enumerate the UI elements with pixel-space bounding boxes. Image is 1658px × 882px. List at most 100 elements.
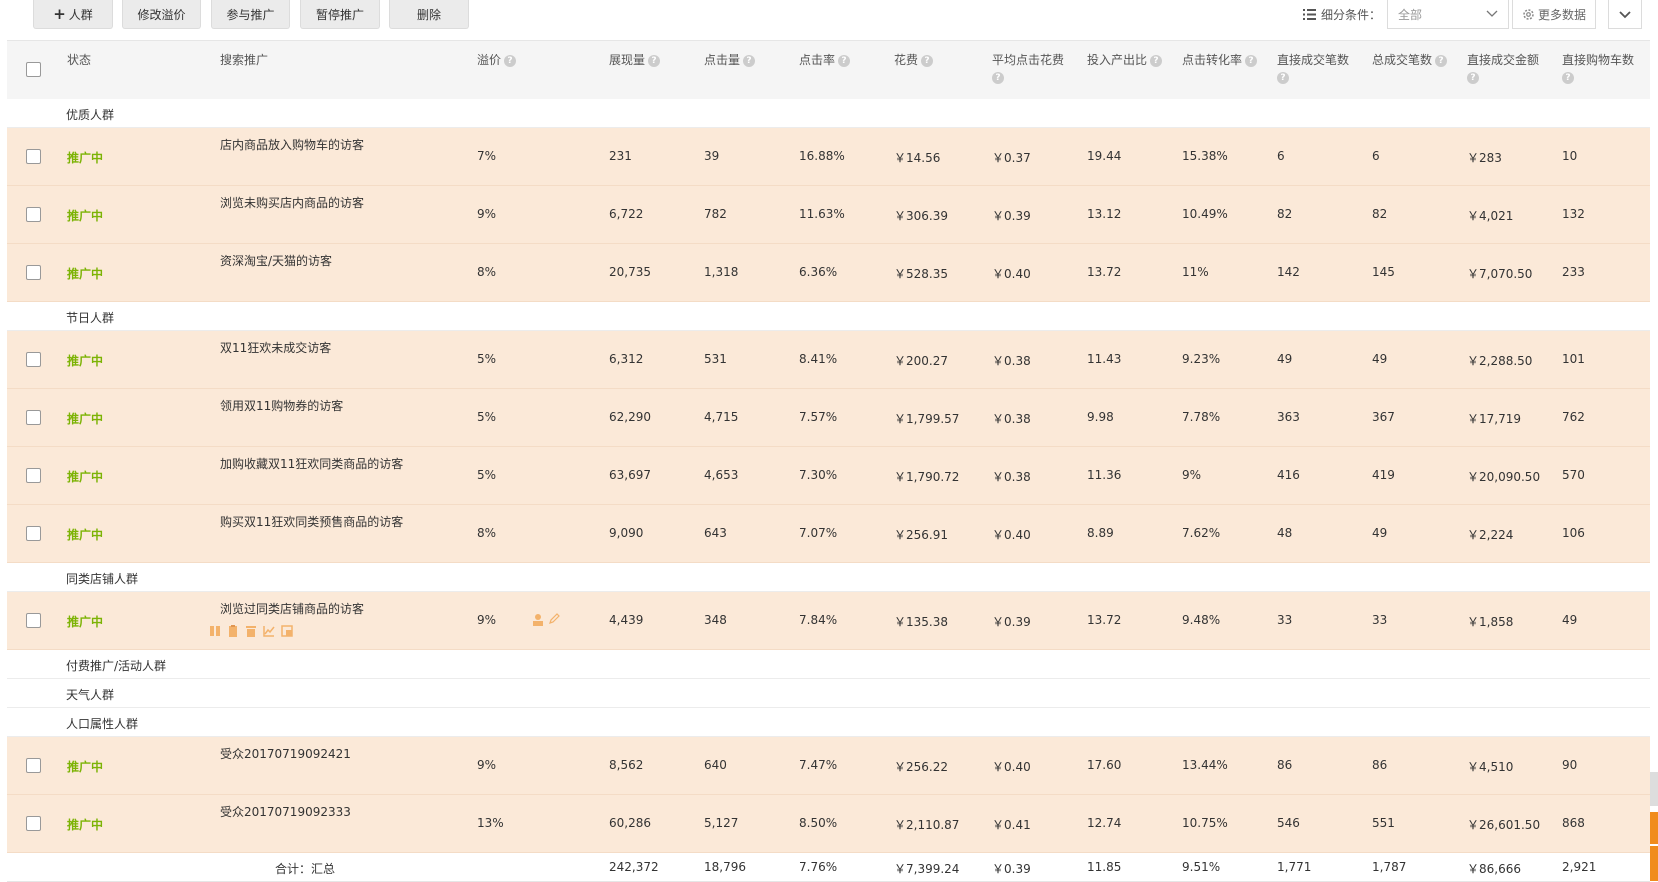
total-avg-cpc: ￥0.39 (992, 862, 1031, 876)
cell-cost: ￥14.56 (894, 151, 941, 165)
plus-icon: + (53, 5, 66, 23)
help-icon[interactable]: ? (1435, 54, 1448, 67)
cell-roi: 11.36 (1087, 468, 1122, 482)
cell-direct-amount: ￥283 (1467, 151, 1502, 165)
cell-total-orders: 551 (1372, 816, 1395, 830)
filter-label-text: 细分条件： (1321, 8, 1382, 22)
chevron-down-icon (1486, 10, 1498, 17)
row-checkbox[interactable] (26, 352, 41, 367)
row-checkbox[interactable] (26, 758, 41, 773)
total-row: 合计：汇总 242,372 18,796 7.76% ￥7,399.24 ￥0.39 11.… (7, 853, 1650, 882)
table-row[interactable]: 推广中 受众20170719092421 9% 8,562 640 7.47% ￥256.2… (7, 737, 1650, 795)
row-checkbox[interactable] (26, 816, 41, 831)
cell-avg-cpc: ￥0.41 (992, 818, 1031, 832)
cell-premium: 9% (477, 758, 497, 772)
row-checkbox[interactable] (26, 526, 41, 541)
col-ctr-label: 点击率 (799, 53, 836, 67)
modify-premium-button[interactable]: 修改溢价 (122, 0, 201, 29)
more-data-button[interactable]: 更多数据 (1512, 0, 1596, 29)
cell-cvr: 9.48% (1182, 613, 1221, 627)
pause-icon[interactable] (209, 625, 221, 637)
cell-ctr: 8.50% (799, 816, 838, 830)
row-checkbox[interactable] (26, 468, 41, 483)
filter-select[interactable]: 全部 (1387, 0, 1509, 29)
cell-premium: 5% (477, 352, 497, 366)
row-checkbox[interactable] (26, 410, 41, 425)
table-row[interactable]: 推广中 购买双11狂欢同类预售商品的访客 8% 9,090 643 7.07% ￥256.9… (7, 505, 1650, 563)
clipboard-icon[interactable] (227, 625, 239, 637)
row-checkbox[interactable] (26, 613, 41, 628)
cell-total-orders: 145 (1372, 265, 1395, 279)
table-row[interactable]: 推广中 店内商品放入购物车的访客 7% 231 39 16.88% ￥14.56 ￥0.37 1… (7, 128, 1650, 186)
help-icon[interactable]: ? (1277, 72, 1289, 84)
report-icon[interactable] (281, 625, 293, 637)
cell-cost: ￥306.39 (894, 209, 948, 223)
cell-premium: 9% (477, 207, 497, 221)
cell-ctr: 7.30% (799, 468, 838, 482)
help-icon[interactable]: ? (1467, 72, 1479, 84)
side-tab-orange[interactable] (1650, 812, 1658, 844)
row-checkbox[interactable] (26, 207, 41, 222)
cell-premium: 8% (477, 265, 497, 279)
cell-impressions: 20,735 (609, 265, 651, 279)
scroll-track[interactable] (1650, 772, 1658, 806)
table-row[interactable]: 推广中 双11狂欢未成交访客 5% 6,312 531 8.41% ￥200.27 ￥0.38… (7, 331, 1650, 389)
join-promo-button[interactable]: 参与推广 (211, 0, 290, 29)
crowd-name: 资深淘宝/天猫的访客 (220, 254, 333, 268)
col-premium-label: 溢价 (477, 53, 502, 67)
row-checkbox[interactable] (26, 265, 41, 280)
table-row[interactable]: 推广中 资深淘宝/天猫的访客 8% 20,735 1,318 6.36% ￥528.35 ￥0… (7, 244, 1650, 302)
table-row[interactable]: 推广中 加购收藏双11狂欢同类商品的访客 5% 63,697 4,653 7.30% ￥1,… (7, 447, 1650, 505)
help-icon[interactable]: ? (921, 54, 934, 67)
toolbar: + 人群 修改溢价 参与推广 暂停推广 删除 细分条件： 全部 更多数据 (0, 0, 1658, 40)
cell-clicks: 348 (704, 613, 727, 627)
help-icon[interactable]: ? (1245, 54, 1258, 67)
pencil-icon[interactable] (548, 613, 560, 630)
col-status: 状态 (67, 53, 92, 67)
trend-chart-icon[interactable] (263, 625, 275, 637)
help-icon[interactable]: ? (648, 54, 661, 67)
cell-total-orders: 33 (1372, 613, 1388, 627)
total-roi: 11.85 (1087, 860, 1122, 874)
table-header: 状态 搜索推广 溢价? 展现量? 点击量? 点击率? 花费? 平均点击花费? 投… (7, 40, 1650, 99)
cell-direct-cart: 868 (1562, 816, 1585, 830)
status-badge: 推广中 (67, 818, 104, 832)
cell-clicks: 4,653 (704, 468, 739, 482)
crowd-name: 店内商品放入购物车的访客 (220, 138, 365, 152)
side-tab-orange[interactable] (1650, 846, 1658, 881)
group-name: 节日人群 (66, 311, 115, 325)
table-row[interactable]: 推广中 领用双11购物券的访客 5% 62,290 4,715 7.57% ￥1,799.5… (7, 389, 1650, 447)
col-direct-orders-label: 直接成交笔数 (1277, 53, 1350, 67)
delete-button[interactable]: 删除 (389, 0, 469, 29)
cell-premium: 5% (477, 468, 497, 482)
group-row: 天气人群 (7, 679, 1650, 708)
table-row[interactable]: 推广中 浏览过同类店铺商品的访客 9% 4,439 348 7.84% ￥135.38 ￥0.… (7, 592, 1650, 650)
cell-impressions: 6,312 (609, 352, 644, 366)
help-icon[interactable]: ? (743, 54, 756, 67)
group-name: 同类店铺人群 (66, 572, 139, 586)
cell-total-orders: 49 (1372, 526, 1388, 540)
expand-button[interactable] (1608, 0, 1642, 29)
pause-promo-button[interactable]: 暂停推广 (300, 0, 380, 29)
total-cost: ￥7,399.24 (894, 862, 960, 876)
cell-impressions: 60,286 (609, 816, 651, 830)
help-icon[interactable]: ? (1562, 72, 1574, 84)
help-icon[interactable]: ? (992, 72, 1004, 84)
add-crowd-button[interactable]: + 人群 (33, 0, 113, 29)
help-icon[interactable]: ? (504, 54, 517, 67)
table-body: 优质人群 推广中 店内商品放入购物车的访客 7% 231 39 16.88% ￥14.56 ￥0… (7, 99, 1650, 882)
help-icon[interactable]: ? (838, 54, 851, 67)
help-icon[interactable]: ? (1150, 54, 1163, 67)
cell-direct-orders: 6 (1277, 149, 1285, 163)
crowd-name: 双11狂欢未成交访客 (220, 341, 332, 355)
cell-premium: 9% (477, 613, 497, 627)
status-badge: 推广中 (67, 412, 104, 426)
row-checkbox[interactable] (26, 149, 41, 164)
table-row[interactable]: 推广中 受众20170719092333 13% 60,286 5,127 8.50% ￥2… (7, 795, 1650, 853)
select-all-checkbox[interactable] (26, 62, 41, 77)
table-row[interactable]: 推广中 浏览未购买店内商品的访客 9% 6,722 782 11.63% ￥306.39 ￥0… (7, 186, 1650, 244)
cell-avg-cpc: ￥0.38 (992, 354, 1031, 368)
trash-icon[interactable] (245, 625, 257, 637)
col-avg-cpc-label: 平均点击花费 (992, 53, 1065, 67)
premium-adjust-icon[interactable] (531, 613, 545, 630)
